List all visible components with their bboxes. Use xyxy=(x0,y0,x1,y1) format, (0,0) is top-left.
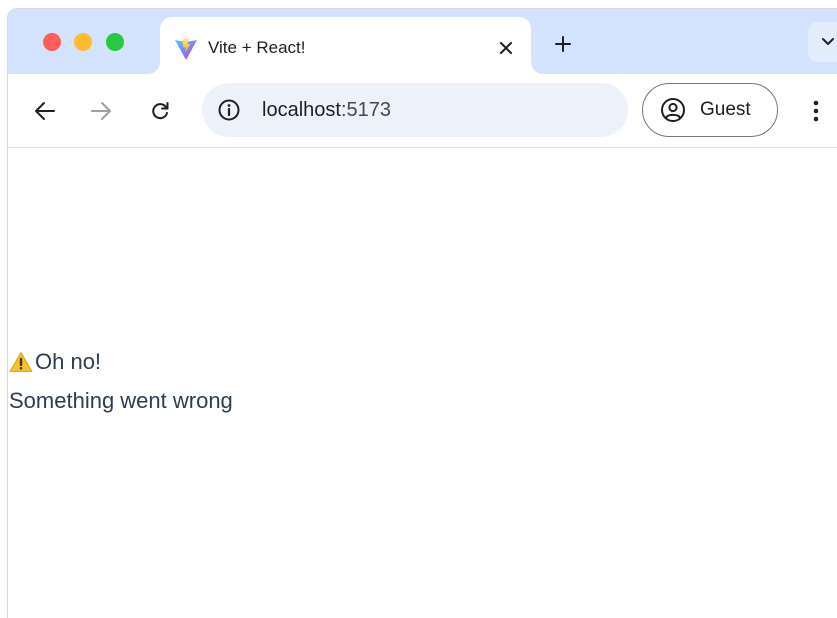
page-content: Oh no! Something went wrong xyxy=(8,148,837,618)
site-info-button[interactable] xyxy=(214,95,244,125)
forward-button[interactable] xyxy=(86,96,116,126)
window-close-button[interactable] xyxy=(43,33,61,51)
profile-button[interactable]: Guest xyxy=(642,83,778,137)
menu-button[interactable] xyxy=(801,96,831,126)
info-icon xyxy=(218,99,240,121)
window-minimize-button[interactable] xyxy=(74,33,92,51)
error-message: Something went wrong xyxy=(9,388,233,413)
chevron-down-icon xyxy=(822,38,834,45)
arrow-left-icon xyxy=(35,102,55,120)
tab-close-button[interactable] xyxy=(495,37,517,59)
tab-search-button[interactable] xyxy=(808,22,837,62)
error-heading: Oh no! xyxy=(9,348,101,376)
new-tab-button[interactable] xyxy=(548,29,578,59)
window-maximize-button[interactable] xyxy=(106,33,124,51)
vite-icon xyxy=(175,38,197,60)
arrow-right-icon xyxy=(91,102,111,120)
tab-strip: Vite + React! xyxy=(8,9,837,74)
more-vert-icon xyxy=(813,100,819,122)
tab-title: Vite + React! xyxy=(208,38,306,57)
profile-label: Guest xyxy=(700,99,751,120)
close-icon xyxy=(500,42,512,54)
address-bar[interactable]: localhost:5173 xyxy=(202,83,628,137)
browser-window: Vite + React! localhost:5173 Guest Oh no… xyxy=(7,8,837,618)
error-title-text: Oh no! xyxy=(35,349,102,374)
warning-icon xyxy=(9,352,33,372)
url-text: localhost:5173 xyxy=(262,98,391,122)
toolbar: localhost:5173 Guest xyxy=(8,74,837,148)
reload-button[interactable] xyxy=(145,96,175,126)
reload-icon xyxy=(152,102,169,120)
back-button[interactable] xyxy=(30,96,60,126)
tab-active[interactable]: Vite + React! xyxy=(160,17,531,74)
url-port: :5173 xyxy=(340,99,391,121)
url-host: localhost xyxy=(262,99,341,121)
plus-icon xyxy=(555,36,571,52)
account-circle-icon xyxy=(661,98,685,122)
